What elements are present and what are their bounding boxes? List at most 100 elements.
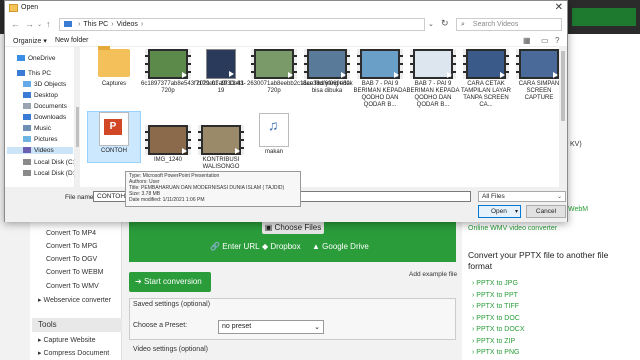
chevron-down-icon[interactable]: ▾ bbox=[515, 208, 518, 215]
webservice-link[interactable]: ▸ Webservice converter bbox=[38, 296, 111, 304]
tooltip-line: Date modified: 1/11/2021 1:06 PM bbox=[129, 197, 205, 203]
command-bar: Organize ▾ New folder ▦ ▭ ? bbox=[5, 33, 567, 47]
dialog-titlebar[interactable]: Open ✕ bbox=[5, 1, 567, 15]
preset-select[interactable]: no preset ⌄ bbox=[218, 320, 324, 334]
recent-chevron-icon[interactable]: ⌄ bbox=[37, 21, 42, 28]
convert-link[interactable]: Convert To WEBM bbox=[46, 269, 103, 276]
convert-link[interactable]: Convert To OGV bbox=[46, 256, 97, 263]
google-drive-button[interactable]: ▲ Google Drive bbox=[312, 242, 369, 251]
dropbox-button[interactable]: ◆ Dropbox bbox=[262, 242, 301, 251]
nav-item-pictures[interactable]: Pictures bbox=[23, 136, 57, 143]
right-fragment[interactable]: WebM bbox=[568, 206, 588, 213]
browser-extension-area[interactable] bbox=[572, 8, 636, 26]
breadcrumb-this-pc[interactable]: This PC bbox=[83, 21, 108, 28]
view-options-icon[interactable]: ▦ bbox=[523, 36, 531, 45]
pptx-link[interactable]: › PPTX to JPG bbox=[472, 280, 518, 287]
file-item[interactable]: 2021-01-19 11-43-19 bbox=[194, 49, 248, 95]
file-type-filter[interactable]: All Files ⌄ bbox=[478, 191, 566, 202]
address-bar[interactable]: › This PC › Videos › bbox=[59, 18, 425, 31]
pptx-link[interactable]: › PPTX to PNG bbox=[472, 349, 519, 356]
organize-button[interactable]: Organize ▾ bbox=[13, 37, 47, 45]
choose-files-label: Choose Files bbox=[274, 223, 322, 232]
cancel-button[interactable]: Cancel bbox=[526, 205, 566, 218]
nav-item-local-disk-d[interactable]: Local Disk (D:) bbox=[23, 170, 77, 177]
navigation-bar: ← → ⌄ ↑ › This PC › Videos › ⌄ ↻ ⌕ Search Vid… bbox=[5, 15, 567, 33]
nav-label: Videos bbox=[34, 147, 54, 154]
nav-label: Desktop bbox=[34, 92, 58, 99]
tool-link[interactable]: ▸ Capture Website bbox=[38, 336, 95, 344]
file-item-selected[interactable]: P CONTOH bbox=[87, 111, 141, 163]
file-item[interactable]: BAB 7 - PAI 9 BERIMAN KEPADA QODHO DAN Q… bbox=[353, 49, 407, 109]
file-list-scrollbar[interactable] bbox=[559, 47, 567, 187]
scrollbar-thumb[interactable] bbox=[76, 107, 79, 147]
nav-label: Local Disk (C:) bbox=[34, 159, 77, 166]
forward-arrow-icon[interactable]: → bbox=[25, 19, 34, 29]
nav-item-3d-objects[interactable]: 3D Objects bbox=[23, 81, 66, 88]
pptx-link[interactable]: › PPTX to DOC bbox=[472, 315, 520, 322]
file-item[interactable]: ♫ makan bbox=[247, 113, 301, 156]
file-name-label: File name: bbox=[65, 194, 96, 201]
online-wmv-link[interactable]: Online WMV video converter bbox=[468, 225, 557, 232]
pptx-link[interactable]: › PPTX to ZIP bbox=[472, 338, 515, 345]
preview-pane-icon[interactable]: ▭ bbox=[541, 36, 549, 45]
up-arrow-icon[interactable]: ↑ bbox=[46, 19, 51, 29]
add-example-link[interactable]: Add example file bbox=[409, 271, 457, 278]
file-item[interactable]: KONTRIBUSI WALISONGO bbox=[194, 125, 248, 171]
file-name: BAB 7 - PAI 9 BERIMAN KEPADA QODHO DAN Q… bbox=[406, 81, 460, 108]
pptx-link[interactable]: › PPTX to TIFF bbox=[472, 303, 519, 310]
pptx-label: PPTX to ZIP bbox=[476, 338, 516, 345]
cloud-icon bbox=[17, 55, 25, 61]
nav-item-onedrive[interactable]: OneDrive bbox=[17, 55, 55, 62]
search-box[interactable]: ⌕ Search Videos bbox=[456, 18, 562, 31]
nav-label: OneDrive bbox=[28, 55, 56, 62]
scrollbar-thumb[interactable] bbox=[561, 51, 565, 121]
nav-scrollbar[interactable] bbox=[75, 47, 80, 187]
address-dropdown-icon[interactable]: ⌄ bbox=[428, 20, 434, 28]
app-icon bbox=[9, 4, 18, 12]
nav-item-documents[interactable]: Documents bbox=[23, 103, 67, 110]
start-conversion-button[interactable]: ➔ Start conversion bbox=[129, 272, 211, 292]
nav-item-local-disk-c[interactable]: Local Disk (C:) bbox=[23, 159, 77, 166]
navigation-pane: OneDrive This PC 3D Objects Desktop Docu… bbox=[5, 47, 77, 187]
open-button[interactable]: Open ▾ bbox=[478, 205, 521, 218]
search-icon: ⌕ bbox=[461, 21, 465, 28]
convert-link[interactable]: Convert To MP4 bbox=[46, 230, 96, 237]
pptx-link[interactable]: › PPTX to PPT bbox=[472, 292, 518, 299]
convert-heading: Convert your PPTX file to another file f… bbox=[468, 250, 609, 271]
music-icon bbox=[23, 125, 31, 131]
choose-files-button[interactable]: ▣ Choose Files bbox=[262, 221, 324, 234]
file-item[interactable]: 6c1897377ab8e543f7179cb7a9f30b81-720p bbox=[141, 49, 246, 95]
breadcrumb-videos[interactable]: Videos bbox=[117, 21, 138, 28]
file-item[interactable]: Captures bbox=[87, 46, 141, 88]
help-icon[interactable]: ? bbox=[555, 36, 559, 45]
file-item[interactable]: 2630071ab8eebb2c15ce38df6f069e80-720p bbox=[247, 49, 352, 95]
new-folder-button[interactable]: New folder bbox=[55, 37, 88, 44]
file-item[interactable]: atau fiks yang tidak bisa dibuka bbox=[300, 49, 354, 95]
back-arrow-icon[interactable]: ← bbox=[11, 19, 20, 29]
pptx-link[interactable]: › PPTX to DOCX bbox=[472, 326, 525, 333]
document-icon bbox=[23, 103, 31, 109]
enter-url-button[interactable]: 🔗 Enter URL bbox=[210, 242, 260, 251]
search-placeholder: Search Videos bbox=[472, 21, 519, 28]
webservice-label: Webservice converter bbox=[43, 297, 112, 304]
video-thumbnail-icon bbox=[357, 49, 403, 79]
nav-item-downloads[interactable]: Downloads bbox=[23, 114, 66, 121]
google-drive-label: Google Drive bbox=[322, 242, 369, 251]
close-icon[interactable]: ✕ bbox=[555, 2, 563, 13]
nav-item-desktop[interactable]: Desktop bbox=[23, 92, 58, 99]
nav-label: Downloads bbox=[34, 114, 67, 121]
file-item[interactable]: IMG_1240 bbox=[141, 125, 195, 164]
convert-link[interactable]: Convert To WMV bbox=[46, 283, 99, 290]
tool-link[interactable]: ▸ Compress Document bbox=[38, 349, 109, 357]
file-item[interactable]: CARA SIMPAN SCREEN CAPTURE bbox=[512, 49, 566, 102]
refresh-icon[interactable]: ↻ bbox=[441, 18, 449, 29]
nav-item-music[interactable]: Music bbox=[23, 125, 51, 132]
video-file-icon bbox=[206, 49, 236, 79]
file-item[interactable]: BAB 7 - PAI 9 BERIMAN KEPADA QODHO DAN Q… bbox=[406, 49, 460, 109]
open-label: Open bbox=[491, 208, 507, 215]
pc-icon bbox=[64, 21, 72, 27]
convert-link[interactable]: Convert To MPG bbox=[46, 243, 98, 250]
file-item[interactable]: CARA CETAK TAMPILAN LAYAR TANPA SCREEN C… bbox=[459, 49, 513, 109]
nav-item-this-pc[interactable]: This PC bbox=[17, 70, 51, 77]
nav-item-videos[interactable]: Videos bbox=[7, 147, 73, 154]
